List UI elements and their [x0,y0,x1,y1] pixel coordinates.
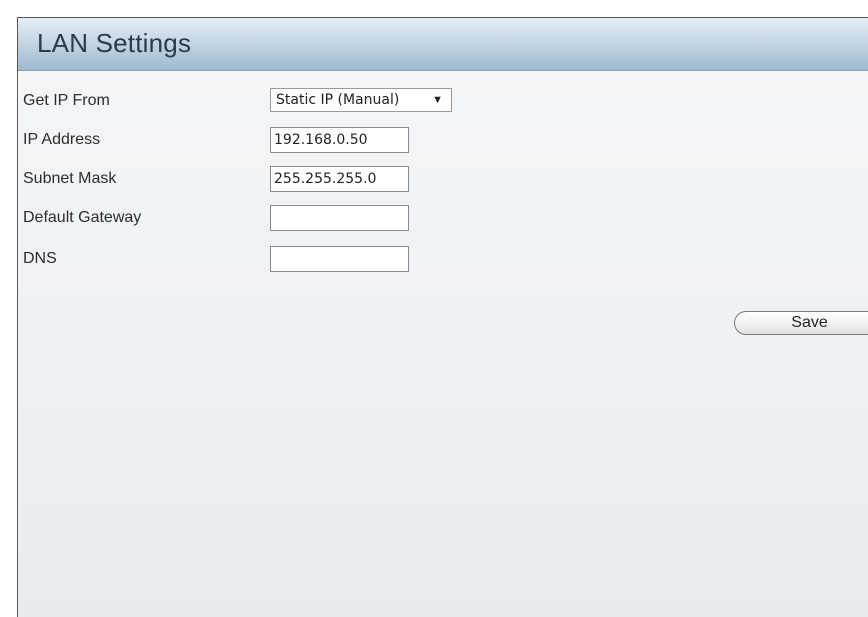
get-ip-from-row: Get IP From Static IP (Manual) ▼ [18,88,518,118]
default-gateway-label: Default Gateway [23,209,142,226]
chevron-down-icon: ▼ [432,94,443,106]
default-gateway-row: Default Gateway [18,205,518,235]
dns-row: DNS [18,246,518,276]
subnet-mask-row: Subnet Mask [18,166,518,196]
default-gateway-field[interactable] [270,205,409,231]
dns-label: DNS [23,250,57,267]
ip-address-row: IP Address [18,127,518,157]
get-ip-from-value: Static IP (Manual) [276,92,400,108]
panel-title: LAN Settings [37,28,192,58]
get-ip-from-label: Get IP From [23,92,110,109]
ip-address-label: IP Address [23,131,101,148]
save-button[interactable]: Save [734,311,868,335]
panel-header: LAN Settings [18,18,868,71]
subnet-mask-field[interactable] [270,166,409,192]
lan-settings-panel: LAN Settings Get IP From Static IP (Manu… [17,17,868,617]
dns-field[interactable] [270,246,409,272]
get-ip-from-select[interactable]: Static IP (Manual) ▼ [270,88,452,112]
subnet-mask-label: Subnet Mask [23,170,117,187]
ip-address-field[interactable] [270,127,409,153]
